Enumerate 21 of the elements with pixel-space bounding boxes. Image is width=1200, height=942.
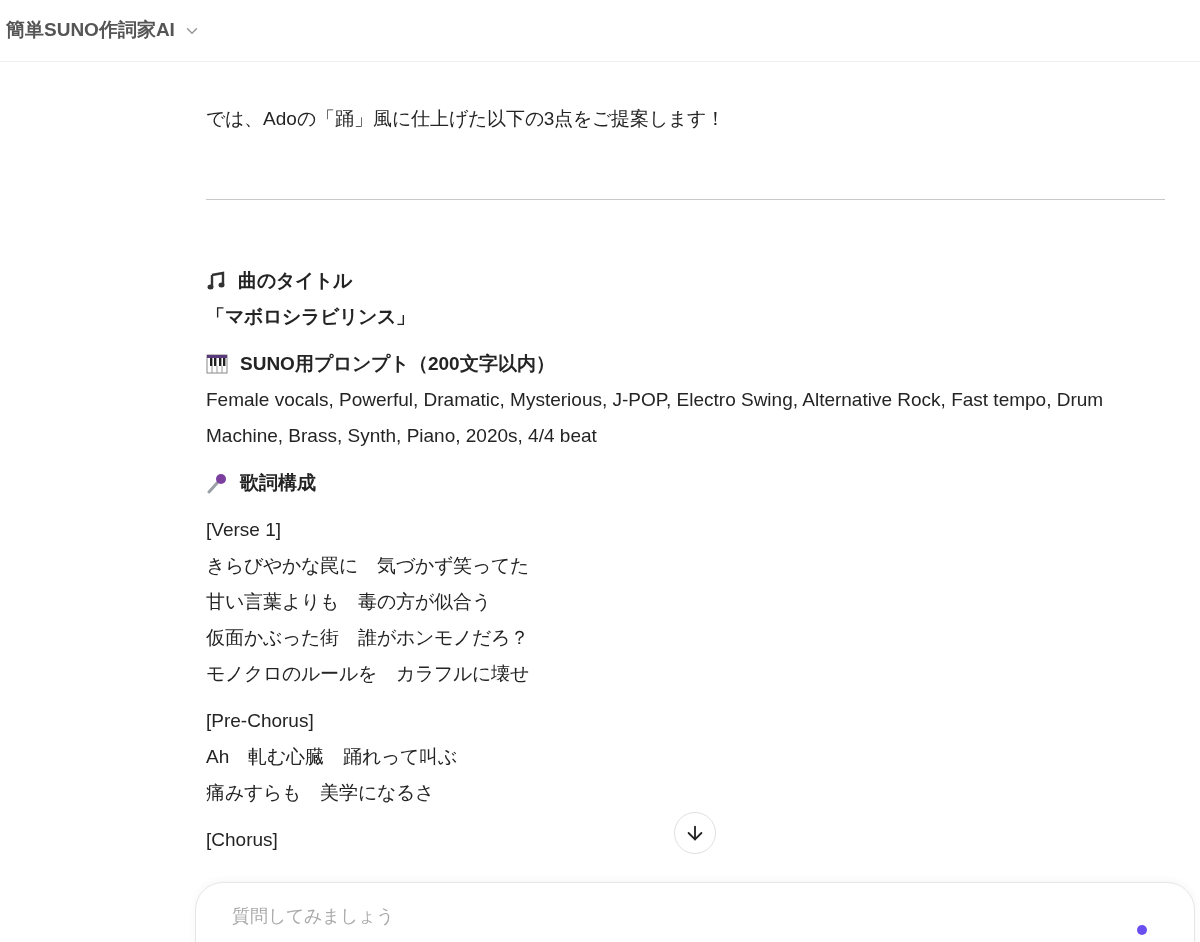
stanza-label: [Chorus] bbox=[206, 828, 278, 852]
piano-keys-icon bbox=[206, 354, 228, 374]
music-note-icon bbox=[206, 271, 226, 291]
microphone-icon bbox=[206, 472, 228, 494]
section-heading: 歌詞構成 bbox=[240, 471, 316, 495]
song-title: 「マボロシラビリンス」 bbox=[206, 305, 416, 329]
lyric-line: モノクロのルールを カラフルに壊せ bbox=[206, 662, 530, 686]
lyric-line: 甘い言葉よりも 毒の方が似合う bbox=[206, 590, 492, 614]
lyric-line: きらびやかな罠に 気づかず笑ってた bbox=[206, 554, 530, 578]
app-title: 簡単SUNO作詞家AI bbox=[6, 18, 175, 43]
stanza-label: [Verse 1] bbox=[206, 518, 281, 542]
lyric-line: 痛みすらも 美学になるさ bbox=[206, 781, 435, 805]
lyric-line: 仮面かぶった街 誰がホンモノだろ？ bbox=[206, 626, 530, 650]
scroll-down-button[interactable] bbox=[674, 812, 716, 854]
stanza-label: [Pre-Chorus] bbox=[206, 709, 314, 733]
intro-text: では、Adoの「踊」風に仕上げた以下の3点をご提案します！ bbox=[206, 107, 727, 131]
prompt-text: Female vocals, Powerful, Dramatic, Mysterious, J-POP, Electro Swing, Alternative Rock, Fast tempo, Drum Machine, Brass, Synth, Piano, 2020s, 4/4 beat bbox=[206, 388, 1105, 448]
section-heading: SUNO用プロンプト（200文字以内） bbox=[240, 352, 555, 376]
lyric-line: Ah 軋む心臓 踊れって叫ぶ bbox=[206, 745, 459, 769]
section-heading: 曲のタイトル bbox=[238, 269, 352, 293]
message-input[interactable]: 質問してみましょう bbox=[232, 903, 932, 930]
